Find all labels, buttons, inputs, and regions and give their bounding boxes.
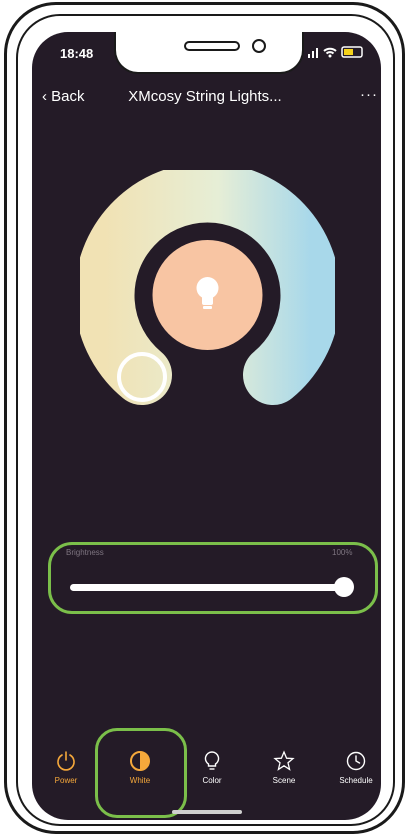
bottom-tab-bar: Power White Color Scene Schedule [32,740,381,800]
tab-scene-label: Scene [272,776,296,785]
tab-power-label: Power [54,776,78,785]
brightness-slider-track[interactable] [70,584,346,591]
color-temperature-wheel[interactable] [80,170,335,410]
status-icons [308,46,363,58]
power-icon [57,751,75,771]
back-button[interactable]: ‹ Back [42,88,85,105]
white-tab-highlight [95,728,187,818]
tab-schedule[interactable]: Schedule [326,740,386,800]
brightness-slider-thumb[interactable] [334,577,354,597]
chevron-left-icon: ‹ [42,88,47,105]
status-time: 18:48 [60,46,94,61]
app-screen [32,32,381,820]
tab-schedule-label: Schedule [339,776,373,785]
star-icon [273,750,295,771]
brightness-value: 100% [332,548,353,557]
wifi-icon [323,47,337,55]
tab-color-label: Color [202,776,222,785]
tab-color[interactable]: Color [182,740,242,800]
page-title: XMcosy String Lights... [128,88,282,105]
bulb-outline-icon [204,751,220,770]
speaker-icon [184,41,240,51]
more-options-button[interactable]: ··· [360,86,378,103]
tab-scene[interactable]: Scene [254,740,314,800]
tab-power[interactable]: Power [36,740,96,800]
brightness-label: Brightness [66,548,104,557]
back-label: Back [51,88,85,105]
phone-notch [114,32,304,74]
camera-icon [252,39,266,53]
signal-icon [308,48,318,58]
home-indicator [172,810,242,814]
clock-icon [346,751,366,771]
